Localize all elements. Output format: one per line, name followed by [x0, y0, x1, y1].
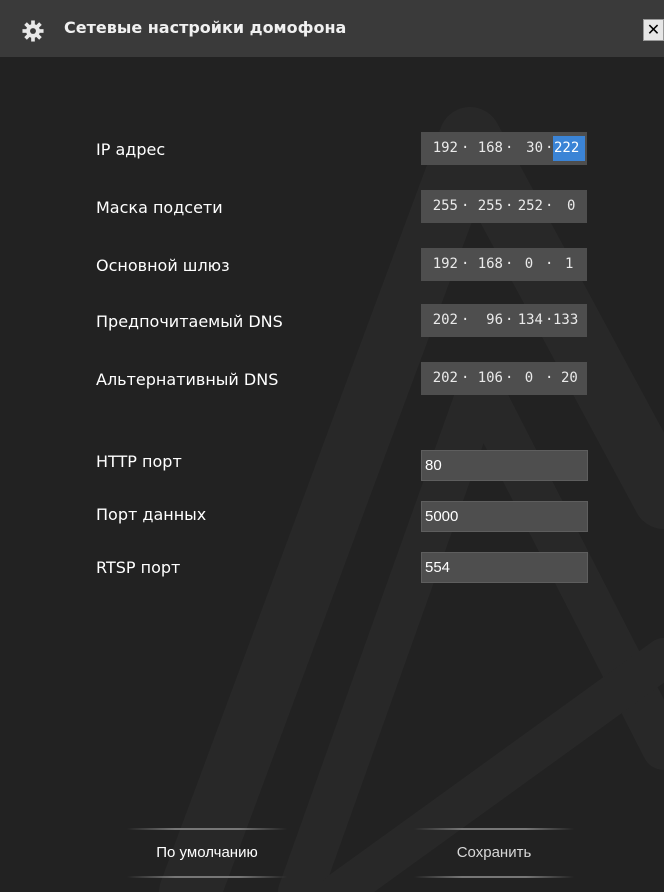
octet-separator: · [461, 256, 470, 272]
window-title: Сетевые настройки домофона [64, 18, 347, 37]
alternate-dns-field[interactable]: 202 · 106 · 0 · 20 [421, 362, 587, 395]
gear-icon [22, 20, 44, 42]
ip-octet[interactable]: 255 [424, 190, 458, 223]
ip-octet[interactable]: 0 [515, 248, 543, 281]
settings-panel: IP адрес 192 · 168 · 30 · 222 Маска подс… [0, 58, 664, 892]
http-port-label: HTTP порт [96, 452, 182, 471]
ip-octet[interactable]: 192 [424, 248, 458, 281]
ip-address-field[interactable]: 192 · 168 · 30 · 222 [421, 132, 587, 165]
ip-octet[interactable]: 96 [469, 304, 503, 337]
http-port-input[interactable]: 80 [421, 450, 588, 481]
save-button-label: Сохранить [456, 844, 532, 861]
ip-octet[interactable]: 20 [553, 362, 585, 395]
ip-octet[interactable]: 202 [424, 362, 458, 395]
ip-octet[interactable]: 255 [469, 190, 503, 223]
ip-octet[interactable]: 192 [424, 132, 458, 165]
subnet-mask-label: Маска подсети [96, 198, 223, 217]
ip-octet[interactable]: 202 [424, 304, 458, 337]
octet-separator: · [545, 140, 554, 156]
button-divider [414, 876, 574, 878]
octet-separator: · [461, 198, 470, 214]
rtsp-port-input[interactable]: 554 [421, 552, 588, 583]
alternate-dns-label: Альтернативный DNS [96, 370, 279, 389]
gateway-label: Основной шлюз [96, 256, 230, 275]
ip-octet[interactable]: 133 [553, 304, 585, 337]
ip-octet[interactable]: 1 [553, 248, 585, 281]
octet-separator: · [505, 370, 514, 386]
gateway-field[interactable]: 192 · 168 · 0 · 1 [421, 248, 587, 281]
ip-octet[interactable]: 30 [515, 132, 543, 165]
ip-octet[interactable]: 0 [515, 362, 543, 395]
octet-separator: · [545, 370, 554, 386]
button-divider [127, 876, 287, 878]
rtsp-port-label: RTSP порт [96, 558, 181, 577]
preferred-dns-field[interactable]: 202 · 96 · 134 · 133 [421, 304, 587, 337]
title-bar: Сетевые настройки домофона ✕ [0, 0, 664, 58]
octet-separator: · [545, 256, 554, 272]
ip-octet[interactable]: 252 [515, 190, 543, 223]
data-port-input[interactable]: 5000 [421, 501, 588, 532]
button-divider [127, 828, 287, 830]
ip-octet[interactable]: 106 [469, 362, 503, 395]
octet-separator: · [505, 312, 514, 328]
ip-octet[interactable]: 0 [553, 190, 585, 223]
octet-separator: · [505, 140, 514, 156]
octet-separator: · [505, 256, 514, 272]
preferred-dns-label: Предпочитаемый DNS [96, 312, 283, 331]
octet-separator: · [545, 198, 554, 214]
ip-octet-selected[interactable]: 222 [553, 136, 585, 161]
data-port-label: Порт данных [96, 505, 207, 524]
subnet-mask-field[interactable]: 255 · 255 · 252 · 0 [421, 190, 587, 223]
ip-octet[interactable]: 134 [515, 304, 543, 337]
close-icon: ✕ [646, 20, 661, 39]
save-button[interactable]: Сохранить [414, 828, 574, 878]
button-divider [414, 828, 574, 830]
ip-address-label: IP адрес [96, 140, 166, 159]
octet-separator: · [461, 312, 470, 328]
octet-separator: · [545, 312, 554, 328]
octet-separator: · [461, 140, 470, 156]
ip-octet[interactable]: 168 [469, 132, 503, 165]
close-button[interactable]: ✕ [643, 19, 664, 41]
default-button[interactable]: По умолчанию [127, 828, 287, 878]
octet-separator: · [461, 370, 470, 386]
default-button-label: По умолчанию [156, 844, 258, 861]
octet-separator: · [505, 198, 514, 214]
ip-octet[interactable]: 168 [469, 248, 503, 281]
